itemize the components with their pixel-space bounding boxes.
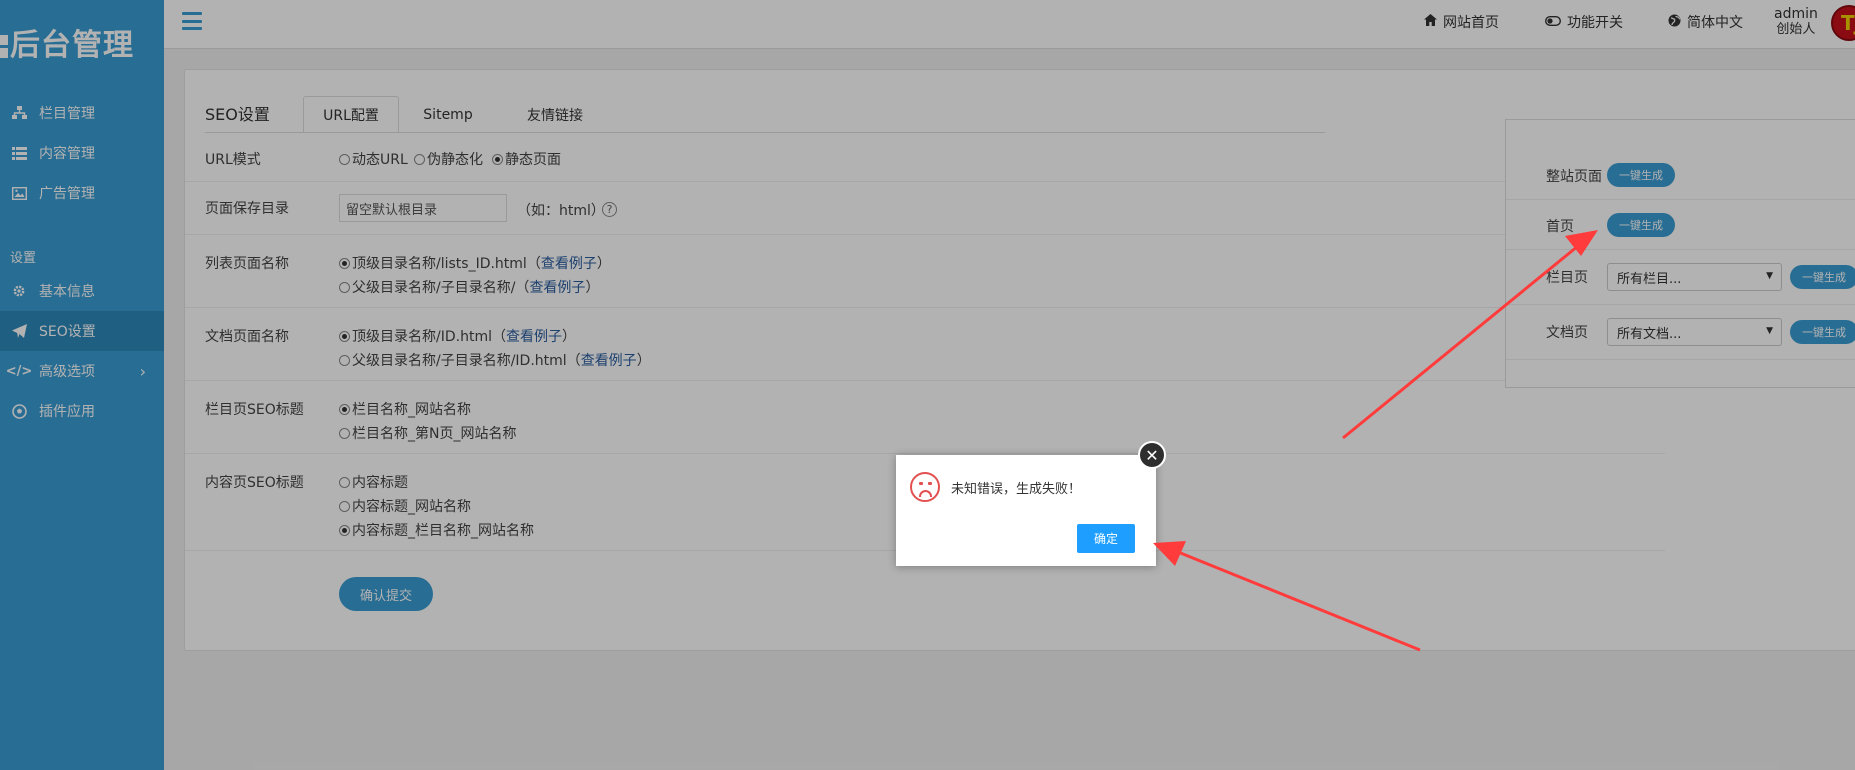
annotation-arrows <box>1153 230 1598 652</box>
arrow-to-home-generate <box>1342 230 1598 440</box>
arrow-to-ok-button <box>1153 541 1421 652</box>
